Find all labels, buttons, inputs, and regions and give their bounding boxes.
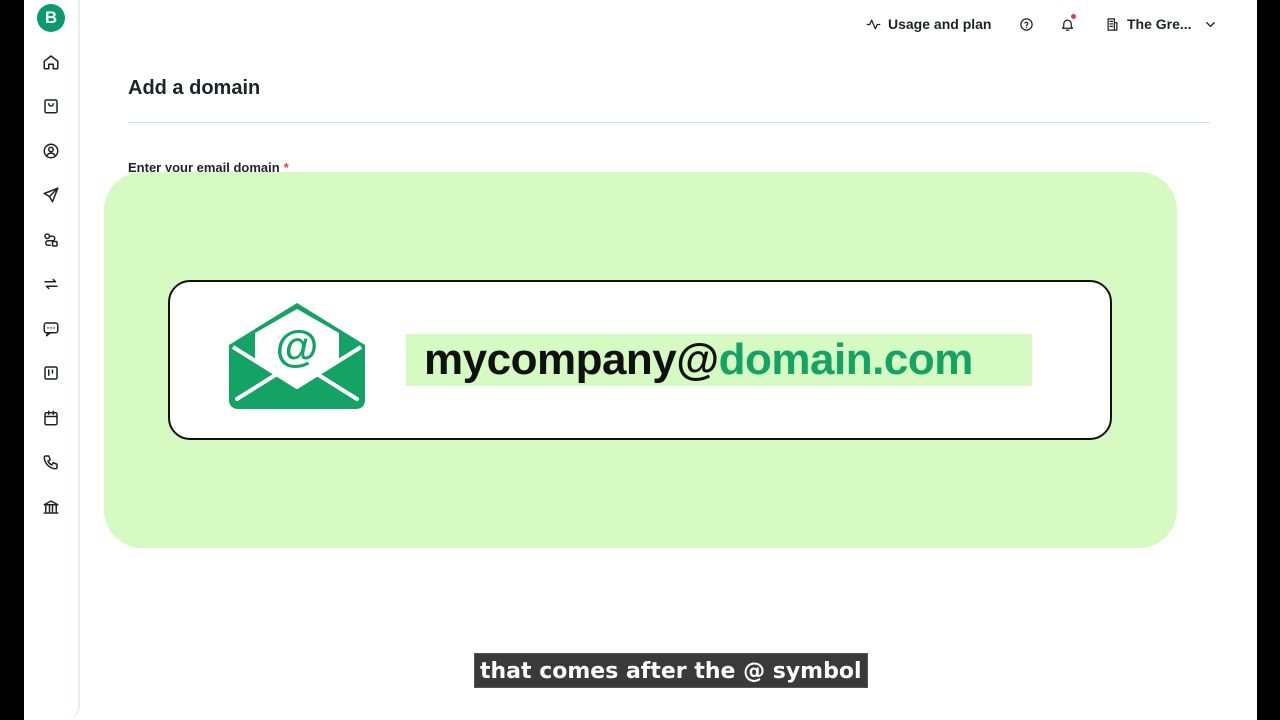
notifications-button[interactable] bbox=[1060, 12, 1076, 36]
email-example-box: @ mycompany@domain.com bbox=[168, 280, 1112, 440]
calendar-icon bbox=[44, 410, 58, 426]
envelope-at-symbol: @ bbox=[276, 322, 319, 371]
sidebar-item-deals[interactable] bbox=[39, 361, 63, 385]
sidebar-item-contacts[interactable] bbox=[39, 139, 63, 163]
sync-icon bbox=[44, 278, 58, 290]
chevron-down-icon bbox=[1205, 21, 1215, 27]
email-domain-part: domain.com bbox=[718, 335, 974, 384]
notification-dot bbox=[1071, 14, 1076, 19]
help-button[interactable] bbox=[1019, 12, 1034, 36]
phone-icon bbox=[43, 455, 58, 470]
help-icon bbox=[1020, 17, 1033, 31]
send-icon bbox=[43, 187, 59, 203]
shopping-bag-icon bbox=[44, 99, 58, 114]
building-icon bbox=[1107, 17, 1118, 31]
sidebar-item-transactional[interactable] bbox=[39, 272, 63, 296]
example-email-address: mycompany@domain.com bbox=[424, 332, 973, 388]
activity-icon bbox=[866, 19, 881, 29]
sidebar-item-meetings[interactable] bbox=[39, 406, 63, 430]
usage-and-plan-label: Usage and plan bbox=[888, 16, 992, 32]
sidebar-item-home[interactable] bbox=[39, 50, 63, 74]
title-divider bbox=[128, 122, 1210, 123]
sidebar-item-calls[interactable] bbox=[39, 450, 63, 474]
email-local-part: mycompany@ bbox=[424, 335, 719, 384]
account-name: The Gre... bbox=[1127, 16, 1192, 32]
automation-icon bbox=[44, 233, 58, 247]
sidebar-item-automations[interactable] bbox=[39, 228, 63, 252]
open-envelope-icon: @ bbox=[229, 303, 365, 409]
sidebar-item-campaigns[interactable] bbox=[39, 183, 63, 207]
video-caption: that comes after the @ symbol bbox=[474, 653, 868, 688]
home-icon bbox=[43, 55, 59, 70]
account-menu[interactable]: The Gre... bbox=[1105, 12, 1218, 36]
app-frame: B Usage and plan The Gre... Add a domain… bbox=[24, 0, 1257, 720]
page-title: Add a domain bbox=[128, 77, 261, 99]
chat-icon bbox=[43, 322, 59, 337]
sidebar-item-conversations[interactable] bbox=[39, 317, 63, 341]
usage-and-plan-link[interactable]: Usage and plan bbox=[866, 12, 991, 36]
sidebar-item-ecommerce[interactable] bbox=[39, 94, 63, 118]
domain-explainer-overlay: @ mycompany@domain.com bbox=[104, 172, 1177, 548]
sidebar: B bbox=[24, 0, 80, 720]
contacts-icon bbox=[43, 143, 59, 159]
board-icon bbox=[44, 366, 58, 380]
sidebar-item-payments[interactable] bbox=[39, 495, 63, 519]
brand-logo[interactable]: B bbox=[37, 4, 65, 32]
bank-icon bbox=[43, 500, 59, 514]
